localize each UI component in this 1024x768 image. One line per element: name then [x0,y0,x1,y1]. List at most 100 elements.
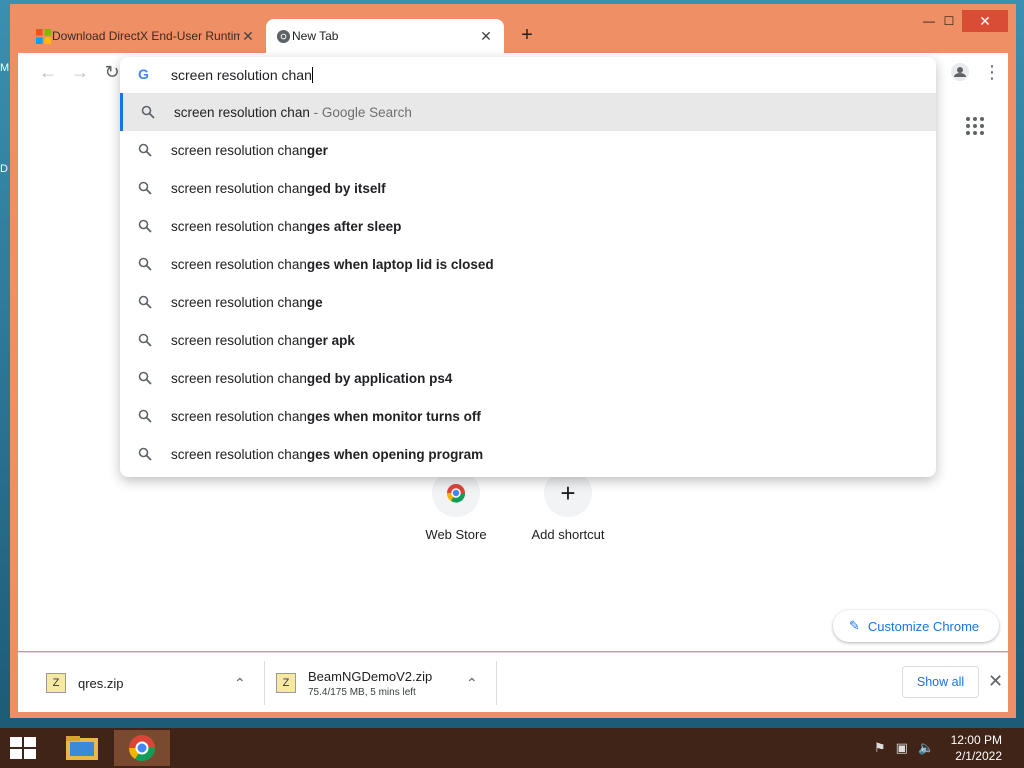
divider [264,661,265,705]
suggestion-item[interactable]: screen resolution chan - Google Search [120,93,936,131]
search-icon [138,409,152,423]
microsoft-logo-icon [36,29,51,44]
search-icon [138,181,152,195]
suggestion-item[interactable]: screen resolution changes when opening p… [120,435,936,473]
search-icon [138,371,152,385]
suggestion-item[interactable]: screen resolution changes when laptop li… [120,245,936,283]
desktop-icon-label[interactable]: M [0,62,9,74]
chrome-taskbar-icon[interactable] [114,730,170,766]
clock-date: 2/1/2022 [955,749,1002,763]
download-status: 75.4/175 MB, 5 mins left [308,686,416,698]
google-g-icon: G [138,66,149,82]
suggestion-item[interactable]: screen resolution changed by application… [120,359,936,397]
customize-chrome-button[interactable]: ✎ Customize Chrome [833,610,999,642]
network-icon[interactable]: ▣ [896,740,908,756]
suggestion-text: screen resolution changer apk [171,333,355,348]
clock[interactable]: 12:00 PM 2/1/2022 [951,732,1002,764]
suggestion-typed: screen resolution chan [171,370,307,386]
suggestion-item[interactable]: screen resolution changes after sleep [120,207,936,245]
back-arrow-icon[interactable]: ← [35,59,61,85]
flag-icon[interactable]: ⚑ [874,740,886,756]
chrome-icon [276,29,291,44]
suggestion-completion: ge [306,294,323,310]
suggestion-completion: ger [306,142,328,158]
suggestion-list: screen resolution chan - Google Search sc… [120,93,936,473]
chevron-up-icon[interactable]: ⌃ [234,675,246,692]
close-tab-icon[interactable]: ✕ [478,28,494,44]
volume-muted-icon[interactable]: 🔈 [918,740,934,756]
close-window-button[interactable]: ✕ [962,10,1008,32]
suggestion-completion: ger apk [306,332,355,348]
divider [496,661,497,705]
shortcut-add[interactable]: + Add shortcut [513,469,623,542]
system-tray: ⚑ ▣ 🔈 [874,740,934,756]
shortcut-label: Add shortcut [531,527,605,542]
suggestion-text: screen resolution changes when monitor t… [171,409,481,424]
suggestion-description: - Google Search [309,104,412,120]
customize-label: Customize Chrome [867,618,980,634]
suggestion-text: screen resolution changed by itself [171,181,386,196]
pencil-icon: ✎ [849,618,860,633]
shortcut-web-store[interactable]: Web Store [401,469,511,542]
suggestion-typed: screen resolution chan [171,294,307,310]
suggestion-typed: screen resolution chan [171,256,307,272]
search-icon [138,143,152,157]
search-icon [141,105,155,119]
suggestion-completion: ges when monitor turns off [306,408,481,424]
menu-kebab-icon[interactable]: ⋮ [979,59,1005,85]
windows-start-icon[interactable] [10,737,36,759]
suggestion-typed: screen resolution chan [171,408,307,424]
suggestion-item[interactable]: screen resolution changer [120,131,936,169]
address-bar[interactable]: G screen resolution chan [120,57,936,93]
suggestion-item[interactable]: screen resolution changes when monitor t… [120,397,936,435]
suggestion-typed: screen resolution chan [171,218,307,234]
download-item[interactable]: Z BeamNGDemoV2.zip 75.4/175 MB, 5 mins l… [276,653,486,713]
file-explorer-icon[interactable] [54,730,110,766]
chevron-up-icon[interactable]: ⌃ [466,675,478,692]
suggestion-item[interactable]: screen resolution changer apk [120,321,936,359]
maximize-button[interactable]: ☐ [934,10,964,32]
tab-strip: Download DirectX End-User Runtime ✕ New … [10,4,1016,53]
download-item[interactable]: Z qres.zip [46,653,256,713]
suggestion-completion: ges when opening program [306,446,484,462]
zip-file-icon: Z [46,673,66,693]
suggestion-item[interactable]: screen resolution change [120,283,936,321]
tab-directx[interactable]: Download DirectX End-User Runtime ✕ [26,19,266,53]
search-icon [138,447,152,461]
download-filename: qres.zip [78,675,124,691]
suggestion-text: screen resolution changed by application… [171,371,452,386]
search-icon [138,333,152,347]
suggestion-text: screen resolution chan - Google Search [174,105,412,120]
suggestion-text: screen resolution changes when laptop li… [171,257,494,272]
download-shelf: Z qres.zip ⌃ Z BeamNGDemoV2.zip 75.4/175… [18,652,1008,712]
new-tab-button[interactable]: + [516,24,538,46]
address-input-text[interactable]: screen resolution chan [171,67,312,83]
suggestion-item[interactable]: screen resolution changed by itself [120,169,936,207]
suggestion-completion: ges after sleep [306,218,402,234]
suggestion-typed: screen resolution chan [171,180,307,196]
tab-title: New Tab [292,29,339,43]
text-caret [311,67,313,83]
clock-time: 12:00 PM [950,733,1002,747]
suggestion-completion: ged by application ps4 [306,370,453,386]
suggestion-typed: screen resolution chan [171,446,307,462]
suggestion-completion: ged by itself [306,180,386,196]
tab-title: Download DirectX End-User Runtime [52,29,240,43]
forward-arrow-icon[interactable]: → [67,59,93,85]
google-apps-icon[interactable] [966,117,984,135]
close-shelf-icon[interactable]: ✕ [988,671,1003,692]
close-tab-icon[interactable]: ✕ [240,28,256,44]
suggestion-text: screen resolution changer [171,143,328,158]
suggestion-typed: screen resolution chan [171,142,307,158]
show-all-button[interactable]: Show all [902,666,979,698]
search-icon [138,219,152,233]
taskbar: ⚑ ▣ 🔈 12:00 PM 2/1/2022 [0,728,1024,768]
profile-avatar-icon[interactable] [947,59,973,85]
suggestion-typed: screen resolution chan [171,332,307,348]
suggestion-text: screen resolution changes after sleep [171,219,401,234]
shortcut-label: Web Store [425,527,487,542]
desktop-icon-label[interactable]: D [0,163,8,175]
download-filename: BeamNGDemoV2.zip [308,668,433,684]
tab-new-tab[interactable]: New Tab ✕ [266,19,504,53]
suggestion-completion: ges when laptop lid is closed [306,256,494,272]
